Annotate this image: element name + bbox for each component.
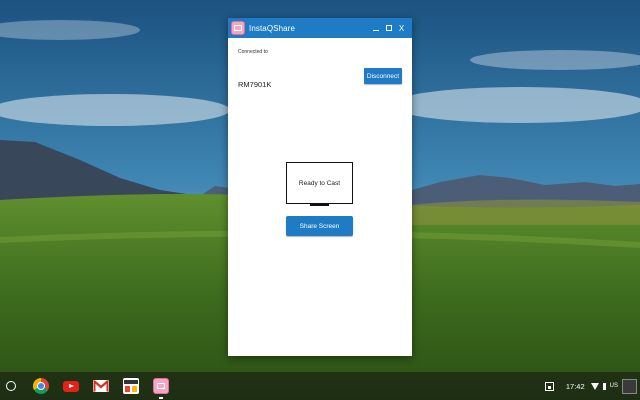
screen-preview: Ready to Cast	[286, 162, 353, 204]
maximize-button[interactable]	[382, 21, 395, 35]
battery-icon[interactable]	[602, 382, 606, 390]
minimize-button[interactable]	[369, 21, 382, 35]
chrome-icon[interactable]	[33, 378, 49, 394]
shelf: 17:42 US	[0, 372, 640, 400]
device-name: RM7901K	[238, 80, 272, 89]
instaqshare-icon	[231, 21, 245, 35]
close-icon: X	[398, 23, 405, 33]
wifi-icon[interactable]	[590, 382, 599, 390]
clock[interactable]: 17:42	[566, 382, 585, 391]
minimize-icon	[372, 29, 379, 31]
launcher-icon[interactable]	[6, 381, 16, 391]
gmail-icon[interactable]	[93, 380, 109, 392]
active-app-indicator	[159, 397, 163, 399]
screenshot-icon[interactable]	[544, 381, 554, 391]
youtube-icon[interactable]	[63, 381, 79, 392]
cast-status: Ready to Cast	[298, 179, 341, 187]
disconnect-button[interactable]: Disconnect	[364, 68, 402, 84]
avatar[interactable]	[622, 378, 637, 394]
connected-to-label: Connected to	[238, 49, 268, 55]
window-title: InstaQShare	[249, 23, 296, 33]
input-method[interactable]: US	[610, 383, 618, 389]
screen-stand	[310, 204, 329, 206]
window-content: Connected to RM7901K Disconnect Ready to…	[228, 38, 412, 356]
instaqshare-shelf-icon[interactable]	[153, 378, 169, 394]
maximize-icon	[385, 25, 392, 31]
close-button[interactable]: X	[395, 21, 408, 35]
window-titlebar[interactable]: InstaQShare X	[228, 18, 412, 38]
status-tray[interactable]: 17:42 US	[544, 372, 640, 400]
share-screen-button[interactable]: Share Screen	[286, 216, 353, 236]
app-window: InstaQShare X Connected to RM7901K Disco…	[228, 18, 412, 356]
photos-icon[interactable]	[123, 378, 139, 394]
